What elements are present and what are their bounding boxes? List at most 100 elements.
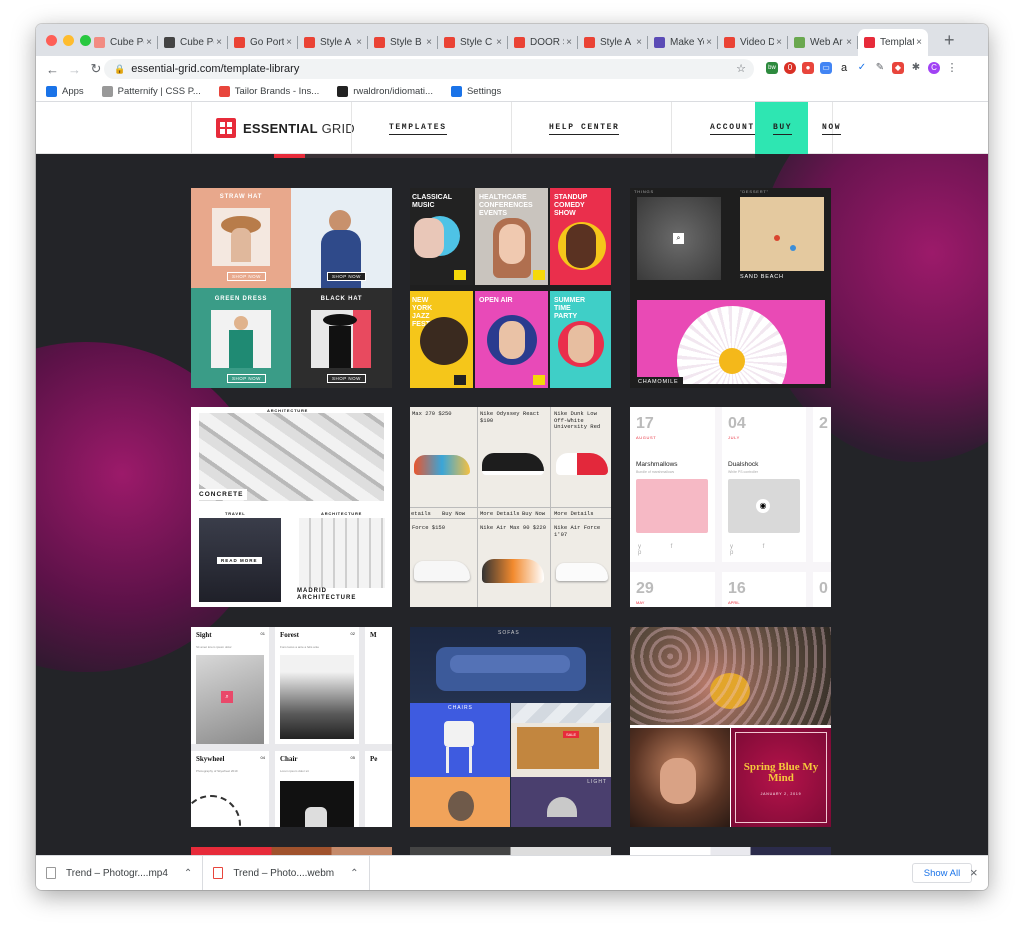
chevron-up-icon[interactable]: ⌃ bbox=[350, 868, 358, 879]
tab-7[interactable]: Style A × bbox=[578, 29, 648, 56]
template-card-partial-2[interactable] bbox=[410, 847, 611, 855]
address-bar[interactable]: 🔒 essential-grid.com/template-library ☆ bbox=[104, 59, 754, 79]
extension-window-icon[interactable]: ▭ bbox=[820, 62, 832, 74]
tab-2[interactable]: Go Portf × bbox=[228, 29, 298, 56]
forward-icon[interactable]: → bbox=[68, 62, 81, 77]
share-icons[interactable]: y f p bbox=[638, 544, 715, 556]
nav-help-center[interactable]: HELP CENTER bbox=[549, 123, 620, 135]
bookmark-4[interactable]: Settings bbox=[450, 86, 501, 97]
template-card-events[interactable]: CLASSICAL MUSIC HEALTHCARE CONFERENCES E… bbox=[410, 188, 611, 388]
bookmark-0[interactable]: Apps bbox=[46, 86, 84, 97]
minimize-window-button[interactable] bbox=[63, 35, 74, 46]
shop-now-button[interactable]: SHOP NOW bbox=[227, 272, 266, 281]
download-item-2[interactable]: Trend – Photo....webm ⌃ bbox=[203, 855, 370, 890]
template-card-architecture[interactable]: ARCHITECTURE CONCRETE TRAVEL READ MORE A… bbox=[191, 407, 392, 607]
new-tab-button[interactable]: + bbox=[944, 29, 955, 51]
tab-0[interactable]: Cube Po× bbox=[88, 29, 158, 56]
post-desc-5: Lorem ipsum dolor sit bbox=[280, 769, 309, 773]
tab-close-icon[interactable]: × bbox=[916, 37, 922, 48]
shop-now-button[interactable]: SHOP NOW bbox=[227, 374, 266, 383]
tab-close-icon[interactable]: × bbox=[566, 37, 572, 48]
share-icons[interactable]: y f p bbox=[730, 544, 806, 556]
template-card-spring[interactable]: Spring Blue My Mind JANUARY 2, 2019 bbox=[630, 627, 831, 827]
buy-now-button[interactable]: Buy Now bbox=[442, 510, 465, 518]
template-card-partial-3[interactable] bbox=[630, 847, 831, 855]
search-icon[interactable]: ⌕ bbox=[673, 233, 684, 244]
chevron-up-icon[interactable]: ⌃ bbox=[184, 868, 192, 879]
tab-close-icon[interactable]: × bbox=[216, 37, 222, 48]
reload-icon[interactable]: ↻ bbox=[90, 61, 102, 77]
tab-strip: Cube Po×Cube Po×Go Portf×Style A×Style B… bbox=[36, 24, 988, 56]
more-details-button[interactable]: More Details bbox=[480, 510, 520, 518]
download-item-1[interactable]: Trend – Photogr....mp4 ⌃ bbox=[36, 855, 204, 890]
nav-account[interactable]: ACCOUNT bbox=[710, 123, 755, 135]
template-card-partial-1[interactable] bbox=[191, 847, 392, 855]
details-button[interactable]: etails bbox=[411, 510, 431, 518]
buy-now-button[interactable]: Buy Now bbox=[522, 510, 545, 518]
template-card-furniture[interactable]: SOFAS CHAIRS SALE LIGHT bbox=[410, 627, 611, 827]
close-shelf-icon[interactable]: × bbox=[970, 865, 978, 880]
tab-4[interactable]: Style B × bbox=[368, 29, 438, 56]
profile-avatar[interactable]: C bbox=[928, 62, 940, 74]
tab-close-icon[interactable]: × bbox=[636, 37, 642, 48]
extension-shield-icon[interactable]: ● bbox=[802, 62, 814, 74]
tab-8[interactable]: Make Yo× bbox=[648, 29, 718, 56]
tab-6[interactable]: DOOR S× bbox=[508, 29, 578, 56]
tab-10[interactable]: Web Ar × bbox=[788, 29, 858, 56]
shop-now-button[interactable]: SHOP NOW bbox=[327, 272, 366, 281]
back-icon[interactable]: ← bbox=[46, 62, 59, 77]
active-indicator bbox=[274, 154, 305, 158]
extension-amazon-icon[interactable]: a bbox=[838, 62, 850, 74]
madrid-architecture-label: ARCHITECTURE bbox=[297, 595, 357, 601]
menu-kebab-icon[interactable]: ⋮ bbox=[946, 62, 958, 74]
template-card-blog[interactable]: Sight 01 Sit amet lorem ipsum dolor ⌕ Fo… bbox=[191, 627, 392, 827]
tab-close-icon[interactable]: × bbox=[356, 37, 362, 48]
tab-1[interactable]: Cube Po× bbox=[158, 29, 228, 56]
tab-9[interactable]: Video D × bbox=[718, 29, 788, 56]
bookmark-star-icon[interactable]: ☆ bbox=[736, 62, 746, 75]
essential-grid-logo[interactable]: ESSENTIAL GRID bbox=[216, 118, 355, 138]
tab-close-icon[interactable]: × bbox=[776, 37, 782, 48]
extensions-puzzle-icon[interactable]: ✱ bbox=[910, 62, 922, 74]
event-openair: OPEN AIR bbox=[479, 297, 513, 304]
extension-dropper-icon[interactable]: ✎ bbox=[874, 62, 886, 74]
tab-5[interactable]: Style C × bbox=[438, 29, 508, 56]
search-icon[interactable]: ⌕ bbox=[221, 691, 233, 703]
tab-11[interactable]: Templat × bbox=[858, 29, 928, 56]
extension-adblock-icon[interactable]: 0 bbox=[784, 62, 796, 74]
more-details-button[interactable]: More Details bbox=[554, 510, 594, 518]
extension-badge-icon[interactable]: ◆ bbox=[892, 62, 904, 74]
tab-title: DOOR S bbox=[530, 37, 564, 48]
show-all-button[interactable]: Show All bbox=[912, 863, 972, 883]
bookmark-2[interactable]: Tailor Brands - Ins... bbox=[218, 86, 319, 97]
tab-close-icon[interactable]: × bbox=[286, 37, 292, 48]
tab-title: Web Ar bbox=[810, 37, 843, 48]
bookmark-3[interactable]: rwaldron/idiomati... bbox=[337, 86, 433, 97]
template-card-calendar[interactable]: 17 AUGUST Marshmallows Bundle of marshma… bbox=[630, 407, 831, 607]
item-title-1: Marshmallows bbox=[636, 461, 678, 468]
date-day-3: 29 bbox=[636, 580, 654, 597]
bookmark-1[interactable]: Patternify | CSS P... bbox=[101, 86, 201, 97]
tab-close-icon[interactable]: × bbox=[426, 37, 432, 48]
extension-bw-icon[interactable]: bw bbox=[766, 62, 778, 74]
nav-templates[interactable]: TEMPLATES bbox=[389, 123, 447, 135]
tab-close-icon[interactable]: × bbox=[706, 37, 712, 48]
tab-close-icon[interactable]: × bbox=[146, 37, 152, 48]
tab-close-icon[interactable]: × bbox=[846, 37, 852, 48]
download-filename-1: Trend – Photogr....mp4 bbox=[66, 867, 168, 879]
nav-now[interactable]: NOW bbox=[822, 123, 842, 135]
template-card-fashion[interactable]: STRAW HAT SHOP NOW SHOP NOW GREEN DRESS … bbox=[191, 188, 392, 388]
date-month-4: APRIL bbox=[728, 600, 740, 605]
download-filename-2: Trend – Photo....webm bbox=[233, 867, 335, 879]
close-window-button[interactable] bbox=[46, 35, 57, 46]
shop-now-button[interactable]: SHOP NOW bbox=[327, 374, 366, 383]
date-month-1: AUGUST bbox=[636, 435, 657, 440]
eye-icon[interactable]: ◉ bbox=[756, 499, 770, 513]
template-card-photo[interactable]: THINGS "DESSERT" ⌕ SAND BEACH CHAMOMILE bbox=[630, 188, 831, 388]
extension-check-icon[interactable]: ✓ bbox=[856, 62, 868, 74]
tab-close-icon[interactable]: × bbox=[496, 37, 502, 48]
template-card-sneakers[interactable]: Max 270 $250 Nike Odyssey React $100 Nik… bbox=[410, 407, 611, 607]
nav-buy[interactable]: BUY bbox=[773, 123, 793, 135]
read-more-button[interactable]: READ MORE bbox=[217, 557, 262, 564]
tab-3[interactable]: Style A × bbox=[298, 29, 368, 56]
